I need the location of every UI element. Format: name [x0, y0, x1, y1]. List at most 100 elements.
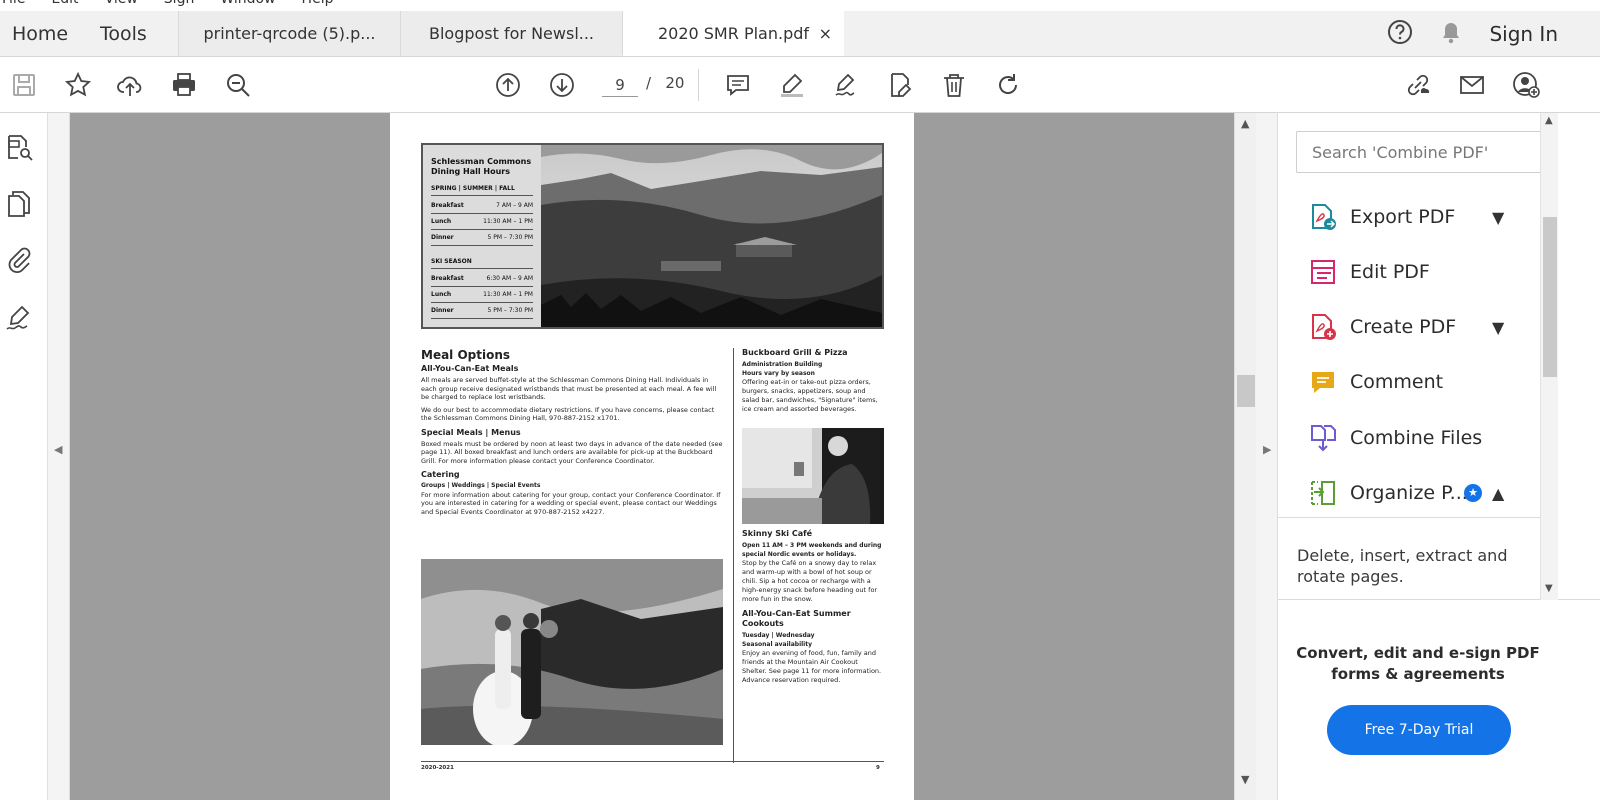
toolbar: 9 / 20	[0, 57, 1600, 113]
hours-banner: Schlessman Commons Dining Hall Hours SPR…	[421, 143, 884, 329]
chevron-up-icon[interactable]: ▲	[1492, 484, 1504, 503]
cookout-paragraph: Enjoy an evening of food, fun, family an…	[742, 649, 882, 684]
zoom-icon[interactable]	[222, 69, 254, 101]
hours-row: Breakfast 6:30 AM – 9 AM	[431, 271, 533, 287]
rotate-icon[interactable]	[992, 69, 1024, 101]
doc-tab-printer-qrcode[interactable]: printer-qrcode (5).p...	[178, 11, 400, 56]
highlight-icon[interactable]	[776, 69, 808, 101]
cafe-photo	[742, 428, 884, 524]
doc-tab-blogpost[interactable]: Blogpost for Newsl...	[400, 11, 622, 56]
chevron-down-icon[interactable]: ▼	[1492, 318, 1504, 337]
scrollbar-thumb[interactable]	[1543, 217, 1557, 377]
hours-row: Dinner 5 PM – 7:30 PM	[431, 303, 533, 319]
footer-year: 2020-2021	[421, 765, 454, 771]
sign-icon[interactable]	[830, 69, 862, 101]
scroll-up-icon[interactable]: ▲	[1241, 117, 1249, 130]
menu-edit[interactable]: Edit	[51, 0, 78, 11]
meal-options-heading: Meal Options	[421, 348, 511, 362]
chevron-down-icon[interactable]: ▼	[1492, 208, 1504, 227]
menu-window[interactable]: Window	[220, 0, 275, 11]
meal-name: Breakfast	[431, 202, 464, 209]
comment-icon[interactable]	[722, 69, 754, 101]
right-panel-toggle[interactable]: ▶	[1256, 113, 1278, 800]
ayce-paragraph-2: We do our best to accommodate dietary re…	[421, 405, 715, 423]
page-down-icon[interactable]	[546, 69, 578, 101]
meal-time: 5 PM – 7:30 PM	[487, 307, 533, 314]
page-thumbnails-icon[interactable]	[4, 133, 36, 165]
meal-name: Breakfast	[431, 275, 464, 282]
tool-combine-files[interactable]: Combine Files	[1278, 412, 1538, 464]
scroll-down-icon[interactable]: ▼	[1545, 583, 1553, 594]
hours-row: Lunch 11:30 AM – 1 PM	[431, 287, 533, 303]
menu-sign[interactable]: Sign	[164, 0, 195, 11]
cloud-upload-icon[interactable]	[114, 69, 146, 101]
meal-name: Lunch	[431, 291, 452, 298]
tools-search-input[interactable]: Search 'Combine PDF'	[1296, 131, 1542, 173]
scroll-down-icon[interactable]: ▼	[1241, 773, 1249, 786]
export-pdf-icon	[1308, 202, 1338, 232]
tool-label: Combine Files	[1350, 427, 1483, 449]
scrollbar-thumb[interactable]	[1237, 375, 1255, 407]
meal-options-column: Meal Options All-You-Can-Eat Meals All m…	[421, 348, 723, 520]
hours-row: Breakfast 7 AM – 9 AM	[431, 198, 533, 214]
fill-edit-icon[interactable]	[884, 69, 916, 101]
panel-scrollbar[interactable]: ▲ ▼	[1540, 113, 1558, 600]
season-heading: SPRING | SUMMER | FALL	[431, 185, 533, 196]
page-up-icon[interactable]	[492, 69, 524, 101]
tool-export-pdf[interactable]: Export PDF ▼	[1278, 191, 1538, 243]
doc-tab-smr-plan[interactable]: 2020 SMR Plan.pdf ×	[622, 11, 844, 56]
edit-pdf-icon	[1308, 257, 1338, 287]
email-icon[interactable]	[1456, 69, 1488, 101]
ayce-heading: All-You-Can-Eat Meals	[421, 364, 519, 373]
document-scrollbar[interactable]: ▲ ▼	[1234, 113, 1256, 800]
acrobat-window: File Edit View Sign Window Help Home Too…	[0, 0, 1600, 800]
buckboard-hours: Hours vary by season	[742, 370, 815, 377]
free-trial-button[interactable]: Free 7-Day Trial	[1327, 705, 1511, 755]
buckboard-location: Administration Building	[742, 361, 823, 368]
page-separator: /	[646, 74, 652, 92]
chevron-right-icon: ▶	[1263, 443, 1272, 456]
meal-time: 6:30 AM – 9 AM	[486, 275, 533, 282]
buckboard-heading: Buckboard Grill & Pizza	[742, 348, 848, 357]
star-icon[interactable]	[62, 69, 94, 101]
save-icon[interactable]	[8, 69, 40, 101]
tool-label: Create PDF	[1350, 316, 1457, 338]
column-divider	[733, 348, 734, 763]
share-link-icon[interactable]	[1402, 69, 1434, 101]
scroll-up-icon[interactable]: ▲	[1545, 115, 1553, 126]
home-tab[interactable]: Home	[0, 11, 88, 56]
tools-tab[interactable]: Tools	[88, 11, 178, 56]
page-number-input[interactable]: 9	[602, 73, 638, 97]
meal-name: Dinner	[431, 307, 454, 314]
left-rail	[0, 113, 48, 800]
bell-icon[interactable]	[1439, 19, 1463, 49]
trash-icon[interactable]	[938, 69, 970, 101]
catering-subheading: Groups | Weddings | Special Events	[421, 482, 541, 489]
close-tab-icon[interactable]: ×	[819, 24, 832, 43]
signature-icon[interactable]	[4, 303, 36, 335]
tool-label: Edit PDF	[1350, 261, 1430, 283]
organize-pages-icon	[1308, 478, 1338, 508]
tool-organize-pages[interactable]: Organize P... ★ ▲	[1278, 467, 1538, 519]
sign-in-link[interactable]: Sign In	[1489, 22, 1558, 46]
tool-edit-pdf[interactable]: Edit PDF	[1278, 246, 1538, 298]
hours-row: Lunch 11:30 AM – 1 PM	[431, 214, 533, 230]
tool-comment[interactable]: Comment	[1278, 356, 1538, 408]
copy-pages-icon[interactable]	[4, 189, 36, 221]
print-icon[interactable]	[168, 69, 200, 101]
attachment-icon[interactable]	[4, 245, 36, 277]
cookout-availability: Seasonal availability	[742, 641, 813, 648]
menu-help[interactable]: Help	[302, 0, 334, 11]
comment-icon	[1308, 367, 1338, 397]
add-user-icon[interactable]	[1510, 69, 1542, 101]
tool-create-pdf[interactable]: Create PDF ▼	[1278, 301, 1538, 353]
toolbar-divider	[698, 69, 699, 101]
menu-view[interactable]: View	[105, 0, 138, 11]
tab-bar: Home Tools printer-qrcode (5).p... Blogp…	[0, 11, 1600, 57]
skinny-ski-hours: Open 11 AM – 3 PM weekends and during sp…	[742, 542, 882, 558]
document-canvas[interactable]: Schlessman Commons Dining Hall Hours SPR…	[70, 113, 1234, 800]
menu-file[interactable]: File	[2, 0, 25, 11]
help-circle-icon[interactable]	[1387, 19, 1413, 49]
left-panel-toggle[interactable]: ◀	[48, 113, 70, 800]
organize-description: Delete, insert, extract and rotate pages…	[1297, 546, 1508, 586]
